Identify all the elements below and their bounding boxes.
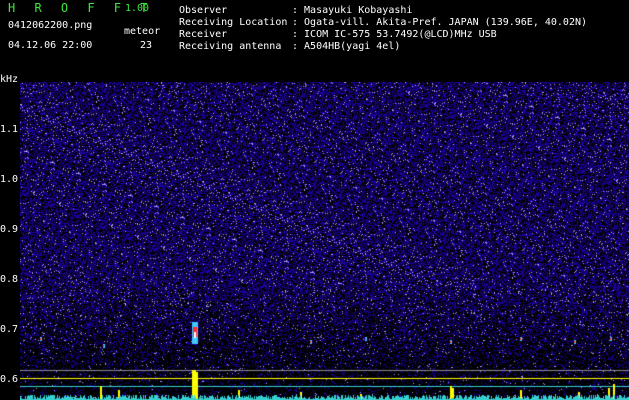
receiver-label: Receiver bbox=[179, 29, 228, 40]
freq-unit-label: kHz bbox=[0, 74, 19, 85]
location-value: : Ogata-vill. Akita-Pref. JAPAN (139.96E… bbox=[292, 17, 588, 28]
observer-label: Observer bbox=[179, 5, 228, 16]
freq-tick: 1.0 bbox=[0, 174, 19, 185]
antenna-value: : A504HB(yagi 4el) bbox=[292, 41, 401, 52]
freq-tick: 0.6 bbox=[0, 374, 19, 385]
freq-tick: 0.9 bbox=[0, 224, 19, 235]
antenna-label: Receiving antenna bbox=[179, 41, 282, 52]
meteor-count: 23 bbox=[140, 40, 153, 51]
mode-label: meteor bbox=[124, 26, 161, 37]
date-time: 04.12.06 22:00 bbox=[8, 40, 93, 51]
freq-tick: 0.7 bbox=[0, 324, 19, 335]
spectrogram bbox=[20, 82, 629, 400]
observer-value: : Masayuki Kobayashi bbox=[292, 5, 413, 16]
freq-tick: 1.1 bbox=[0, 124, 19, 135]
file-name: 0412062200.png bbox=[8, 20, 93, 31]
location-label: Receiving Location bbox=[179, 17, 288, 28]
receiver-value: : ICOM IC-575 53.7492(@LCD)MHz USB bbox=[292, 29, 497, 40]
app-version: 1.00 bbox=[125, 3, 150, 14]
freq-tick: 0.8 bbox=[0, 274, 19, 285]
